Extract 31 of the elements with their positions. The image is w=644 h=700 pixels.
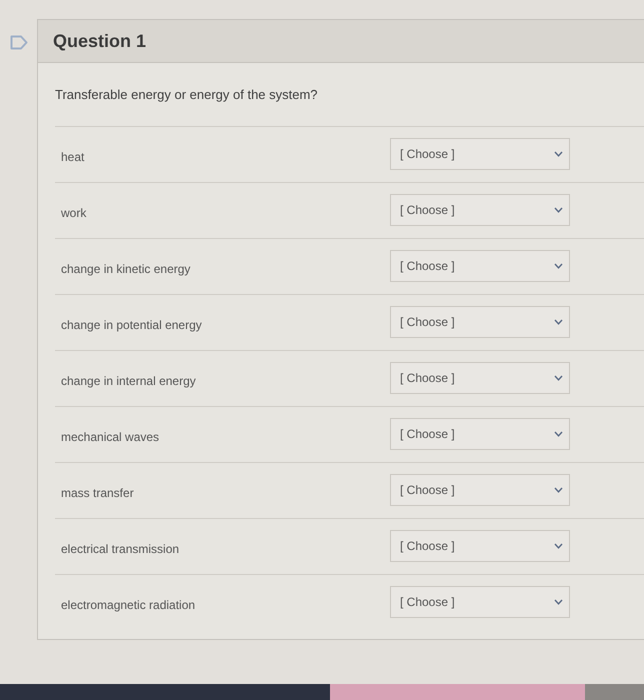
match-label: work xyxy=(61,206,86,220)
question-title: Question 1 xyxy=(53,30,146,52)
chevron-down-icon xyxy=(554,487,563,493)
screen-bezel xyxy=(585,684,644,700)
answer-dropdown[interactable]: [ Choose ] xyxy=(390,138,570,170)
match-label: change in kinetic energy xyxy=(61,262,190,276)
answer-dropdown[interactable]: [ Choose ] xyxy=(390,586,570,618)
chevron-down-icon xyxy=(554,207,563,213)
answer-dropdown[interactable]: [ Choose ] xyxy=(390,530,570,562)
flag-icon[interactable] xyxy=(10,35,28,50)
chevron-down-icon xyxy=(554,319,563,325)
chevron-down-icon xyxy=(554,599,563,605)
match-label: electrical transmission xyxy=(61,542,180,556)
chevron-down-icon xyxy=(554,263,563,269)
match-label: change in internal energy xyxy=(61,374,196,388)
chevron-down-icon xyxy=(554,543,563,549)
chevron-down-icon xyxy=(554,151,563,157)
match-label: change in potential energy xyxy=(61,318,202,332)
answer-dropdown[interactable]: [ Choose ] xyxy=(390,194,570,226)
answer-dropdown[interactable]: [ Choose ] xyxy=(390,306,570,338)
chevron-down-icon xyxy=(554,375,563,381)
answer-dropdown[interactable]: [ Choose ] xyxy=(390,418,570,450)
match-label: heat xyxy=(61,150,84,164)
match-label: mechanical waves xyxy=(61,430,160,444)
match-label: mass transfer xyxy=(61,486,134,500)
chevron-down-icon xyxy=(554,431,563,437)
answer-dropdown[interactable]: [ Choose ] xyxy=(390,250,570,282)
answer-dropdown[interactable]: [ Choose ] xyxy=(390,474,570,506)
answer-dropdown[interactable]: [ Choose ] xyxy=(390,362,570,394)
match-label: electromagnetic radiation xyxy=(61,598,196,612)
question-prompt: Transferable energy or energy of the system? xyxy=(55,86,318,104)
